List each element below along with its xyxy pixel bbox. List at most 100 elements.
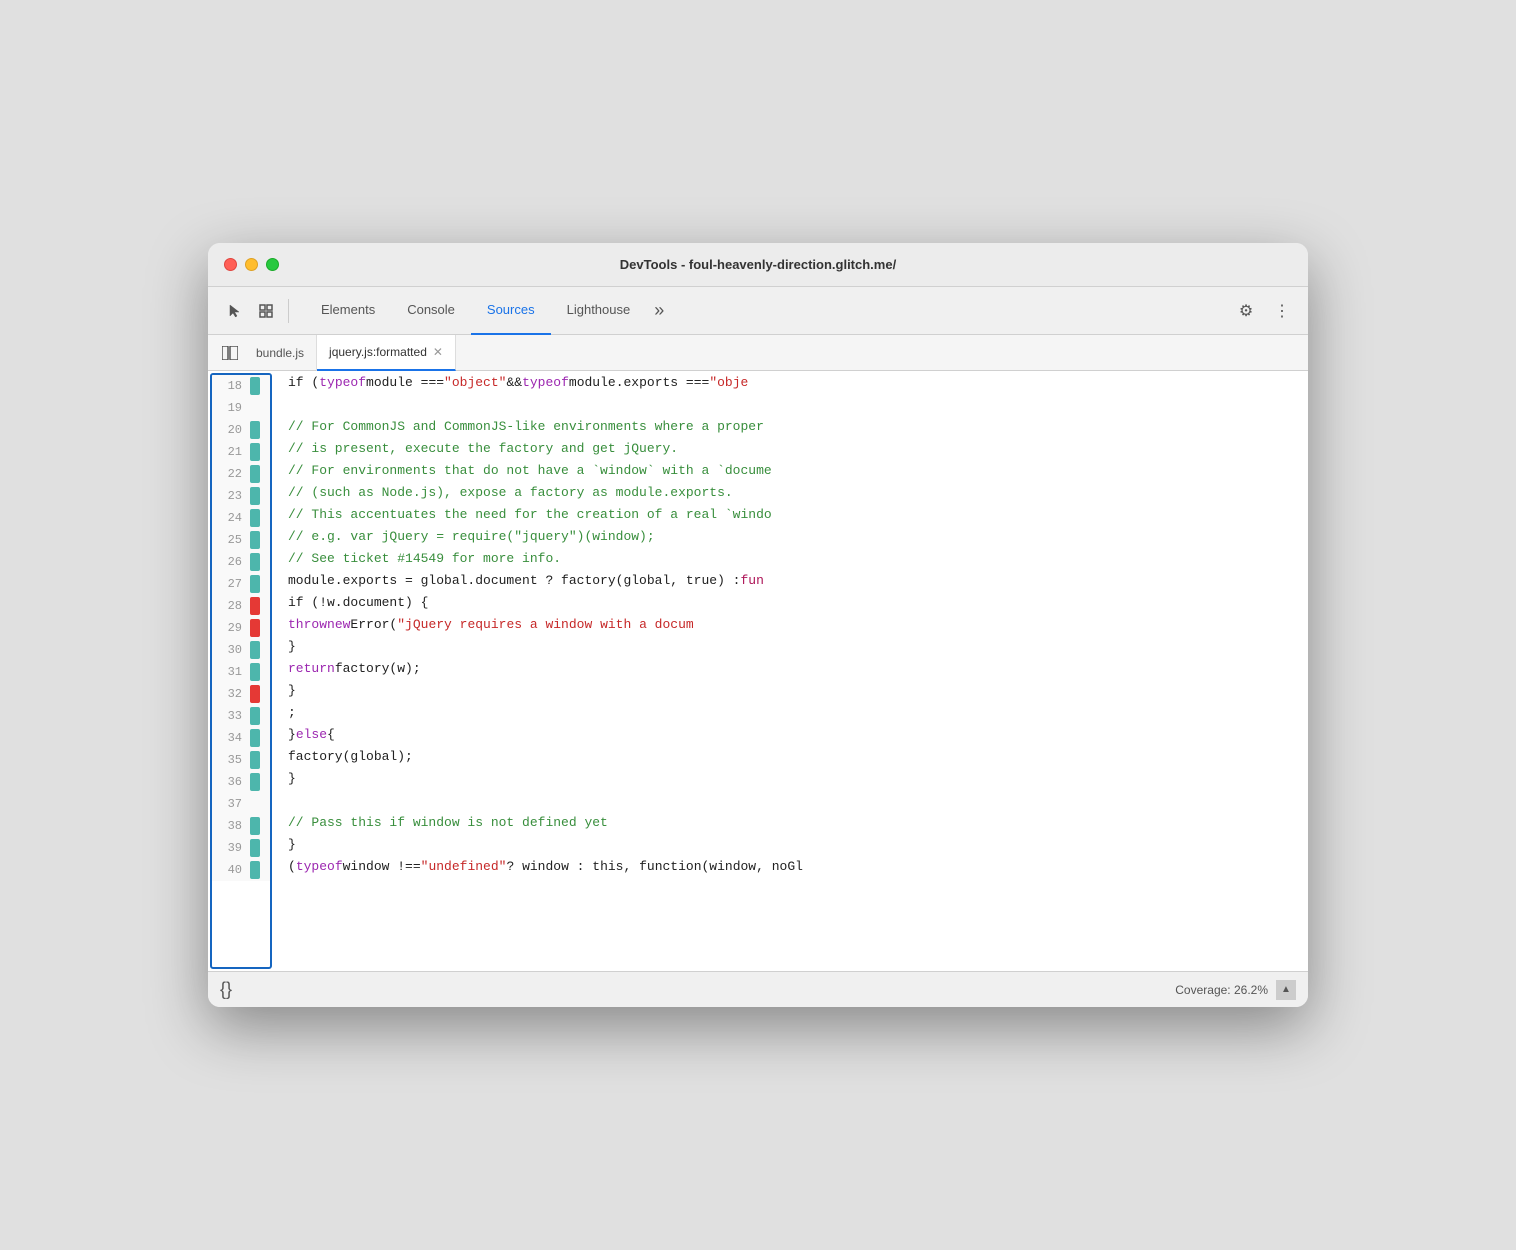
cursor-icon[interactable] — [220, 297, 248, 325]
status-left: {} — [220, 979, 232, 1000]
line-31-gutter: 31 — [212, 661, 270, 683]
coverage-bar-31 — [250, 663, 260, 681]
line-25-gutter: 25 — [212, 529, 270, 551]
coverage-bar-39 — [250, 839, 260, 857]
coverage-bar-37 — [250, 795, 260, 813]
coverage-bar-33 — [250, 707, 260, 725]
toolbar-right: ⚙ ⋮ — [1232, 297, 1296, 325]
coverage-bar-35 — [250, 751, 260, 769]
line-36-gutter: 36 — [212, 771, 270, 793]
line-23-gutter: 23 — [212, 485, 270, 507]
coverage-bar-28 — [250, 597, 260, 615]
coverage-bar-22 — [250, 465, 260, 483]
coverage-bar-34 — [250, 729, 260, 747]
code-line-37 — [272, 789, 1308, 811]
line-40-gutter: 40 — [212, 859, 270, 881]
file-tab-jquery[interactable]: jquery.js:formatted ✕ — [317, 335, 456, 371]
tab-bar: Elements Console Sources Lighthouse » — [305, 287, 1228, 335]
line-20-gutter: 20 — [212, 419, 270, 441]
coverage-bar-29 — [250, 619, 260, 637]
line-28-gutter: 28 — [212, 595, 270, 617]
line-32-gutter: 32 — [212, 683, 270, 705]
window-title: DevTools - foul-heavenly-direction.glitc… — [620, 257, 896, 272]
line-gutter: 18 19 20 — [212, 375, 270, 881]
tab-sources[interactable]: Sources — [471, 287, 551, 335]
code-line-36: } — [272, 767, 1308, 789]
coverage-bar-25 — [250, 531, 260, 549]
line-35-gutter: 35 — [212, 749, 270, 771]
line-21-gutter: 21 — [212, 441, 270, 463]
tab-console[interactable]: Console — [391, 287, 471, 335]
line-29-gutter: 29 — [212, 617, 270, 639]
line-33-gutter: 33 — [212, 705, 270, 727]
code-line-24: // This accentuates the need for the cre… — [272, 503, 1308, 525]
coverage-bar-27 — [250, 575, 260, 593]
code-line-35: factory(global); — [272, 745, 1308, 767]
line-24-gutter: 24 — [212, 507, 270, 529]
minimize-button[interactable] — [245, 258, 258, 271]
coverage-bar-20 — [250, 421, 260, 439]
coverage-bar-23 — [250, 487, 260, 505]
line-30-gutter: 30 — [212, 639, 270, 661]
line-27-gutter: 27 — [212, 573, 270, 595]
code-line-29: throw new Error("jQuery requires a windo… — [272, 613, 1308, 635]
more-tabs-button[interactable]: » — [646, 296, 672, 325]
panel-toggle-icon[interactable] — [216, 339, 244, 367]
code-line-34: } else { — [272, 723, 1308, 745]
coverage-bar-30 — [250, 641, 260, 659]
coverage-bar-26 — [250, 553, 260, 571]
file-tab-bundle[interactable]: bundle.js — [244, 335, 317, 371]
code-line-22: // For environments that do not have a `… — [272, 459, 1308, 481]
code-line-30: } — [272, 635, 1308, 657]
code-line-32: } — [272, 679, 1308, 701]
inspect-icon[interactable] — [252, 297, 280, 325]
code-line-26: // See ticket #14549 for more info. — [272, 547, 1308, 569]
coverage-bar-36 — [250, 773, 260, 791]
line-numbers: 18 19 20 — [212, 375, 270, 881]
line-19-gutter: 19 — [212, 397, 270, 419]
format-button[interactable]: {} — [220, 979, 232, 1000]
coverage-bar-21 — [250, 443, 260, 461]
code-line-39: } — [272, 833, 1308, 855]
code-line-40: (typeof window !== "undefined" ? window … — [272, 855, 1308, 877]
code-line-19 — [272, 393, 1308, 415]
code-line-38: // Pass this if window is not defined ye… — [272, 811, 1308, 833]
menu-icon[interactable]: ⋮ — [1268, 297, 1296, 325]
close-tab-icon[interactable]: ✕ — [433, 345, 443, 359]
traffic-lights — [224, 258, 279, 271]
tab-elements[interactable]: Elements — [305, 287, 391, 335]
maximize-button[interactable] — [266, 258, 279, 271]
coverage-bar-19 — [250, 399, 260, 417]
titlebar: DevTools - foul-heavenly-direction.glitc… — [208, 243, 1308, 287]
code-line-31: return factory(w); — [272, 657, 1308, 679]
scroll-up-button[interactable]: ▲ — [1276, 980, 1296, 1000]
coverage-text: Coverage: 26.2% — [1175, 983, 1268, 997]
code-line-21: // is present, execute the factory and g… — [272, 437, 1308, 459]
line-18-gutter: 18 — [212, 375, 270, 397]
line-26-gutter: 26 — [212, 551, 270, 573]
coverage-bar-32 — [250, 685, 260, 703]
coverage-bar-40 — [250, 861, 260, 879]
toolbar: Elements Console Sources Lighthouse » ⚙ … — [208, 287, 1308, 335]
status-right: Coverage: 26.2% ▲ — [1175, 980, 1296, 1000]
code-line-18: if (typeof module === "object" && typeof… — [272, 371, 1308, 393]
code-line-28: if (!w.document) { — [272, 591, 1308, 613]
toolbar-divider — [288, 299, 289, 323]
code-line-27: module.exports = global.document ? facto… — [272, 569, 1308, 591]
code-line-23: // (such as Node.js), expose a factory a… — [272, 481, 1308, 503]
coverage-bar-38 — [250, 817, 260, 835]
code-content[interactable]: if (typeof module === "object" && typeof… — [272, 371, 1308, 971]
code-line-20: // For CommonJS and CommonJS-like enviro… — [272, 415, 1308, 437]
devtools-window: DevTools - foul-heavenly-direction.glitc… — [208, 243, 1308, 1007]
close-button[interactable] — [224, 258, 237, 271]
statusbar: {} Coverage: 26.2% ▲ — [208, 971, 1308, 1007]
editor-area: 18 19 20 — [208, 371, 1308, 971]
code-line-33: ; — [272, 701, 1308, 723]
line-22-gutter: 22 — [212, 463, 270, 485]
line-34-gutter: 34 — [212, 727, 270, 749]
line-37-gutter: 37 — [212, 793, 270, 815]
settings-icon[interactable]: ⚙ — [1232, 297, 1260, 325]
line-38-gutter: 38 — [212, 815, 270, 837]
tab-lighthouse[interactable]: Lighthouse — [551, 287, 647, 335]
line-39-gutter: 39 — [212, 837, 270, 859]
